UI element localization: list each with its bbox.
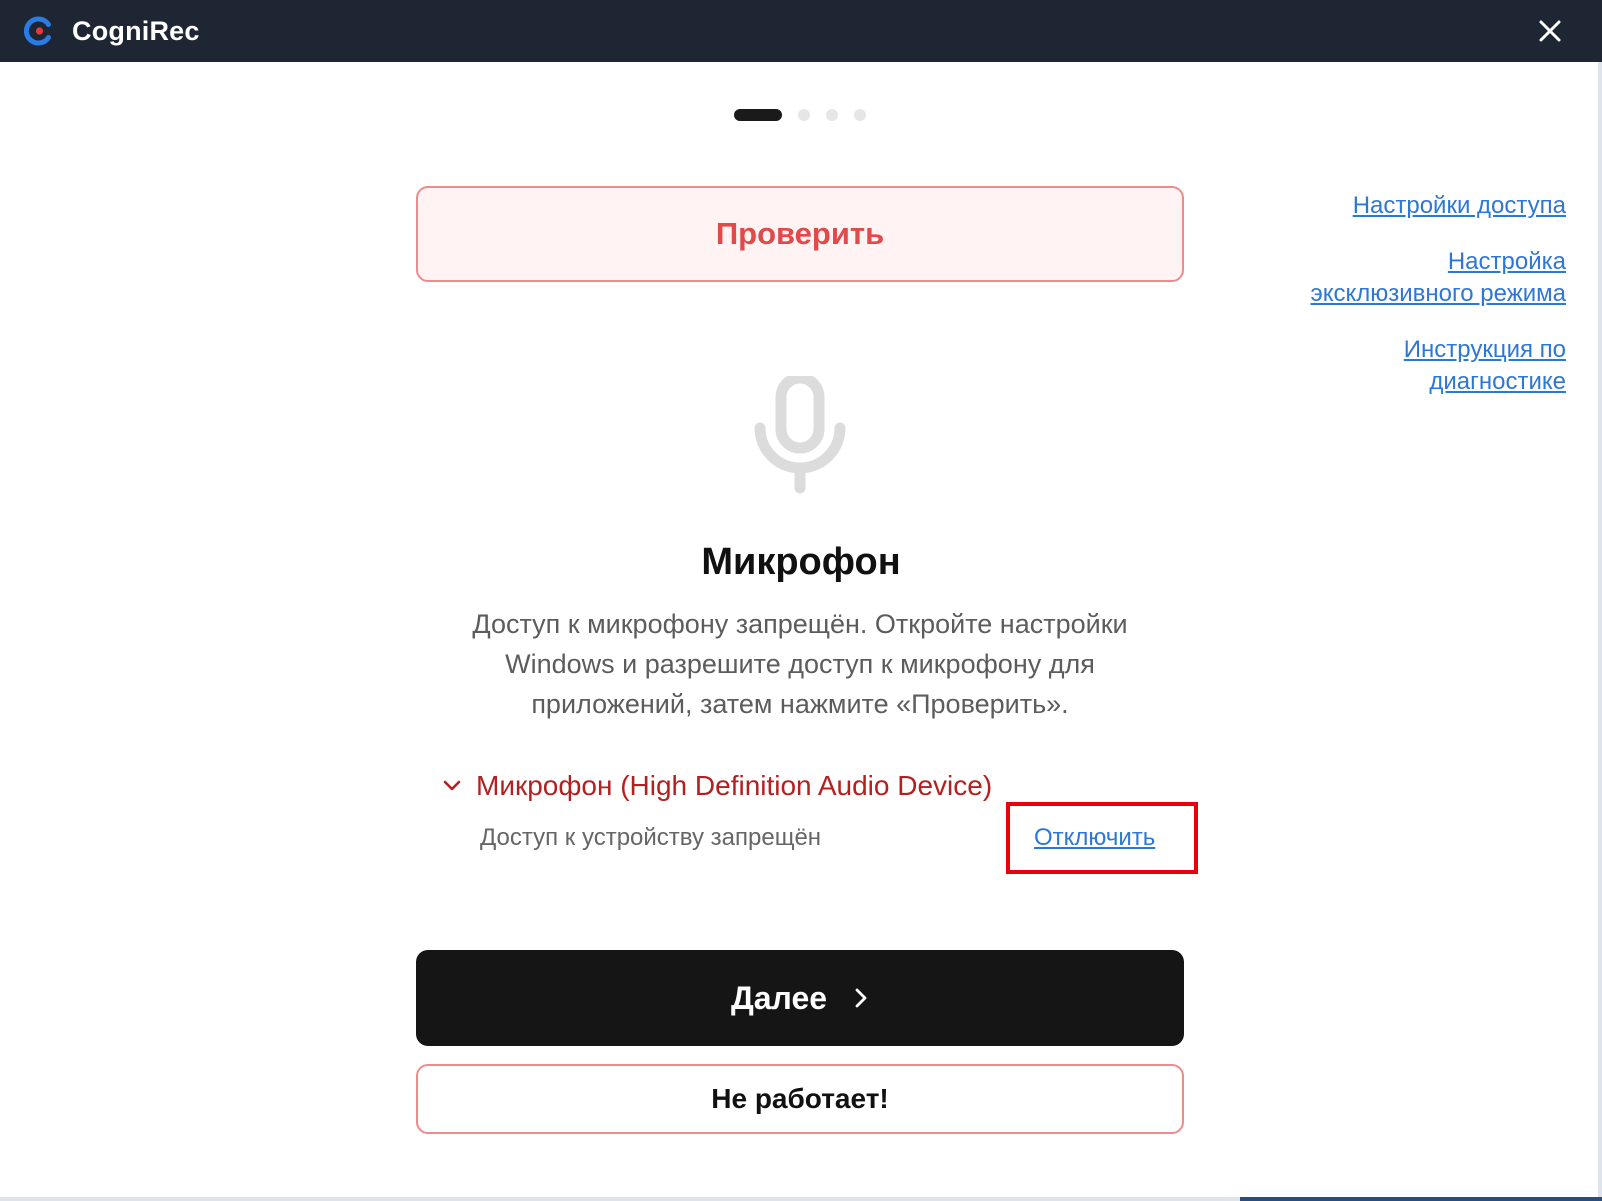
diagnostics-guide-link[interactable]: Инструкция по диагностике (1306, 334, 1566, 398)
next-button[interactable]: Далее (416, 950, 1184, 1046)
cognirec-logo-icon (24, 16, 51, 46)
exclusive-mode-settings-link[interactable]: Настройка эксклюзивного режима (1306, 246, 1566, 310)
help-links: Настройки доступа Настройка эксклюзивног… (1306, 190, 1566, 422)
pager-dot-active (734, 109, 782, 121)
window-edge (1598, 62, 1602, 1201)
app-title: CogniRec (72, 16, 200, 46)
app-window: CogniRec Проверить Настройки доступа Нас… (0, 0, 1602, 1201)
close-icon[interactable] (1532, 14, 1568, 48)
next-button-label: Далее (730, 979, 828, 1016)
chevron-down-icon[interactable] (440, 774, 464, 798)
device-status: Доступ к устройству запрещён (480, 824, 822, 851)
not-working-button[interactable]: Не работает! (416, 1064, 1184, 1134)
pager-dot (854, 109, 866, 121)
taskbar-edge (1240, 1197, 1602, 1201)
section-title: Микрофон (701, 541, 901, 583)
device-row[interactable]: Микрофон (High Definition Audio Device) (440, 766, 992, 806)
check-button[interactable]: Проверить (416, 186, 1184, 282)
microphone-icon (754, 376, 846, 494)
section-description: Доступ к микрофону запрещён. Откройте на… (472, 609, 1128, 719)
access-settings-link[interactable]: Настройки доступа (1306, 190, 1566, 222)
step-pager (734, 109, 866, 121)
highlight-box (1006, 802, 1198, 874)
window-bottom-edge (0, 1197, 1240, 1201)
pager-dot (798, 109, 810, 121)
chevron-right-icon (855, 988, 867, 1008)
title-bar: CogniRec (0, 0, 1602, 62)
device-label: Микрофон (High Definition Audio Device) (476, 770, 993, 801)
pager-dot (826, 109, 838, 121)
